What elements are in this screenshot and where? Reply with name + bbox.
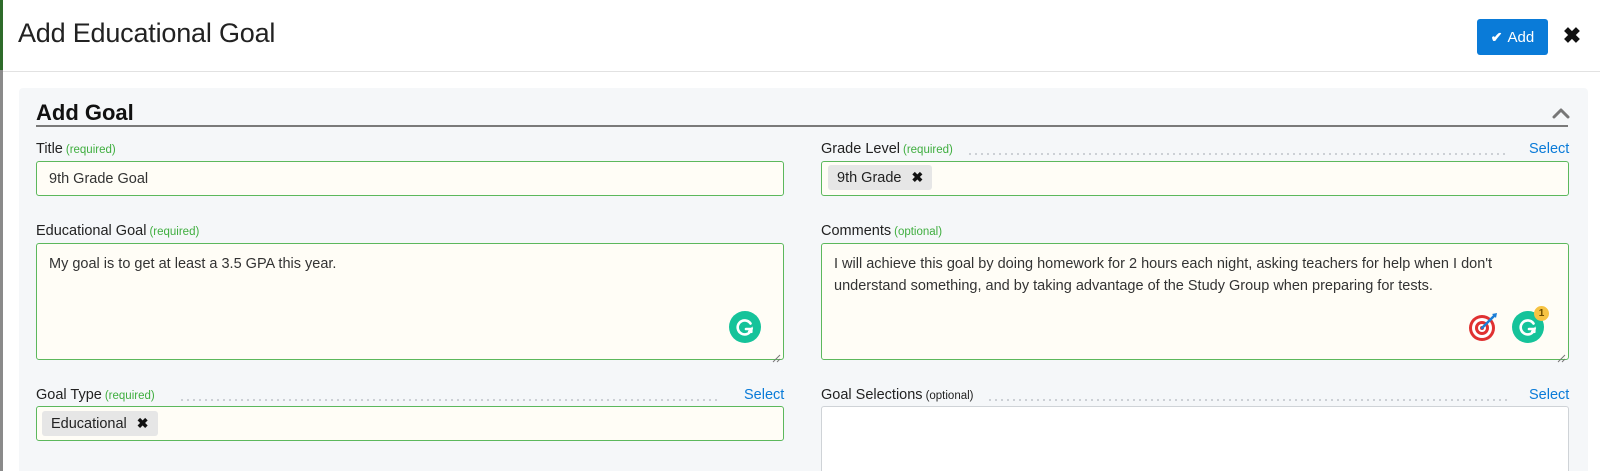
goal-type-chip-label: Educational — [51, 415, 127, 432]
goal-selections-optional-tag: (optional) — [925, 390, 974, 402]
comments-label: Comments (optional) — [821, 223, 942, 239]
goal-type-chip[interactable]: Educational ✖ — [42, 411, 158, 436]
goal-selections-leader-dots — [987, 399, 1507, 401]
educational-goal-label-text: Educational Goal — [36, 223, 147, 239]
modal-header: Add Educational Goal ✔ Add ✖ — [3, 0, 1600, 72]
grade-level-leader-dots — [967, 153, 1507, 155]
remove-icon[interactable]: ✖ — [912, 169, 924, 186]
grade-level-select-link[interactable]: Select — [1529, 141, 1569, 157]
grammarly-issue-count-badge: 1 — [1534, 306, 1549, 321]
add-educational-goal-modal: Add Educational Goal ✔ Add ✖ Add Goal Ti… — [3, 0, 1600, 471]
grade-level-chip-label: 9th Grade — [837, 169, 902, 186]
educational-goal-required-tag: (required) — [149, 226, 200, 238]
check-icon: ✔ — [1490, 28, 1503, 45]
grade-level-required-tag: (required) — [903, 144, 953, 156]
comments-optional-tag: (optional) — [894, 226, 943, 238]
section-title: Add Goal — [36, 100, 134, 125]
grade-level-field[interactable] — [821, 161, 1569, 196]
goal-selections-select-link[interactable]: Select — [1529, 387, 1569, 403]
comments-textarea[interactable]: I will achieve this goal by doing homewo… — [821, 243, 1569, 363]
grammarly-icon[interactable] — [729, 311, 761, 343]
title-input[interactable]: 9th Grade Goal — [36, 161, 784, 196]
grade-level-label: Grade Level (required) — [821, 141, 953, 157]
comments-label-text: Comments — [821, 223, 892, 239]
goal-selections-label: Goal Selections (optional) — [821, 387, 974, 403]
chevron-up-icon[interactable] — [1550, 104, 1572, 122]
title-label-text: Title — [36, 141, 63, 157]
goal-type-select-link[interactable]: Select — [744, 387, 784, 403]
goal-type-leader-dots — [179, 399, 719, 401]
title-required-tag: (required) — [65, 144, 116, 156]
goal-type-required-tag: (required) — [104, 390, 155, 402]
educational-goal-textarea[interactable]: My goal is to get at least a 3.5 GPA thi… — [36, 243, 784, 363]
add-goal-panel: Add Goal Title (required) 9th Grade Goal … — [19, 88, 1588, 471]
close-icon[interactable]: ✖ — [1559, 22, 1585, 50]
goal-selections-box[interactable] — [821, 406, 1569, 471]
remove-icon[interactable]: ✖ — [137, 415, 149, 432]
goal-type-label-text: Goal Type — [36, 387, 102, 403]
comments-text: I will achieve this goal by doing homewo… — [834, 256, 1493, 294]
target-icon[interactable] — [1467, 311, 1499, 343]
goal-type-label: Goal Type (required) — [36, 387, 155, 403]
modal-title: Add Educational Goal — [18, 18, 276, 48]
title-label: Title (required) — [36, 141, 116, 157]
section-divider — [36, 125, 1568, 127]
educational-goal-text: My goal is to get at least a 3.5 GPA thi… — [49, 256, 337, 272]
goal-selections-label-text: Goal Selections — [821, 387, 923, 403]
title-input-value: 9th Grade Goal — [49, 170, 149, 187]
resize-grip-icon[interactable] — [1557, 348, 1566, 363]
add-button[interactable]: ✔ Add — [1477, 19, 1548, 55]
grade-level-label-text: Grade Level — [821, 141, 900, 157]
add-button-label: Add — [1507, 28, 1535, 46]
educational-goal-label: Educational Goal (required) — [36, 223, 199, 239]
grade-level-chip[interactable]: 9th Grade ✖ — [828, 165, 933, 190]
resize-grip-icon[interactable] — [772, 348, 781, 363]
